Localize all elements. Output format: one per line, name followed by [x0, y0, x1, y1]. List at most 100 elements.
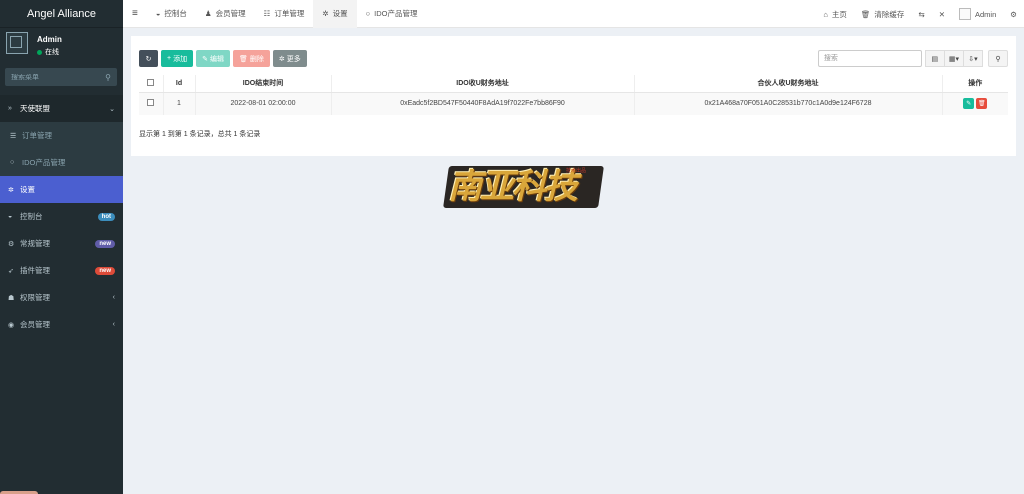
user-name: Admin	[975, 9, 997, 19]
sidebar-search-input[interactable]	[11, 73, 106, 81]
home-link[interactable]: ⌂ 主页	[816, 0, 854, 28]
tab-label: 订单管理	[274, 9, 305, 18]
cogs-icon: ⚙	[8, 240, 15, 248]
new-badge: new	[95, 239, 115, 248]
columns-dropdown-icon[interactable]: ▦▾	[943, 50, 964, 67]
refresh-button[interactable]: ↻	[139, 50, 158, 67]
fullscreen-icon[interactable]: ✕	[932, 0, 952, 28]
search-icon[interactable]: ⚲	[105, 73, 111, 82]
control-sidebar-gear-icon[interactable]: ⚙	[1003, 0, 1024, 28]
tab-ido-products[interactable]: ○ IDO产品管理	[357, 0, 427, 28]
cell-id: 1	[163, 92, 196, 115]
sidebar-item-label: 控制台	[20, 212, 43, 221]
sidebar-search: ⚲	[5, 68, 117, 86]
status-text: 在线	[45, 49, 59, 56]
sidebar-item-label: 常规管理	[20, 239, 50, 248]
tab-members[interactable]: ♟ 会员管理	[196, 0, 255, 28]
row-checkbox[interactable]	[147, 99, 155, 107]
trash-icon: 🗑	[238, 55, 248, 63]
circle-icon: ○	[365, 9, 371, 18]
row-select-cell	[139, 92, 164, 115]
select-all-checkbox[interactable]	[147, 78, 155, 86]
col-ido-end-time[interactable]: IDO结束时间	[195, 75, 332, 93]
user-circle-icon: ◉	[8, 321, 15, 329]
sidebar-item-angel-alliance[interactable]: » 天使联盟 ⌄	[0, 95, 123, 122]
col-ido-address[interactable]: IDO收U财务地址	[331, 75, 635, 93]
gear-icon: ✲	[322, 9, 329, 18]
sidebar-item-label: 会员管理	[20, 320, 50, 329]
avatar	[6, 32, 28, 54]
logo-seal: 技术出品	[566, 168, 587, 174]
data-table: Id IDO结束时间 IDO收U财务地址 合伙人收U财务地址 操作 1 2022…	[139, 75, 1008, 115]
circle-icon: ○	[10, 159, 15, 166]
col-id[interactable]: Id	[163, 75, 196, 93]
translate-icon[interactable]: ⇆	[911, 0, 931, 28]
delete-label: 删除	[249, 55, 264, 63]
col-partner-address[interactable]: 合伙人收U财务地址	[634, 75, 943, 93]
sidebar-item-permissions[interactable]: ☗ 权限管理 ‹	[0, 284, 123, 311]
col-actions: 操作	[942, 75, 1008, 93]
chevron-down-icon: ⌄	[109, 105, 115, 113]
sidebar-item-ido-products[interactable]: ○ IDO产品管理	[0, 149, 123, 176]
row-edit-button[interactable]: ✎	[963, 98, 975, 110]
sidebar-item-general[interactable]: ⚙ 常规管理 new	[0, 230, 123, 257]
group-icon: ☗	[8, 294, 15, 302]
add-button[interactable]: + 添加	[161, 50, 194, 67]
row-delete-button[interactable]: 🗑	[976, 98, 988, 110]
tab-label: 设置	[332, 9, 348, 18]
sidebar-item-orders[interactable]: ☰ 订单管理	[0, 122, 123, 149]
pencil-icon: ✎	[202, 55, 208, 63]
export-dropdown-icon[interactable]: ⇩▾	[963, 50, 983, 67]
list-icon: ☷	[263, 9, 271, 18]
select-all-cell	[139, 75, 164, 93]
tab-dashboard[interactable]: ◒ 控制台	[147, 0, 196, 28]
sidebar-item-plugins[interactable]: ➶ 插件管理 new	[0, 257, 123, 284]
more-label: 更多	[286, 55, 301, 63]
new-badge: new	[95, 266, 115, 275]
sidebar-item-label: IDO产品管理	[22, 158, 66, 167]
sidebar-menu: » 天使联盟 ⌄ ☰ 订单管理 ○ IDO产品管理 ✲ 设置 ◒ 控制台 hot…	[0, 95, 123, 338]
sidebar-item-label: 插件管理	[20, 266, 50, 275]
edit-button[interactable]: ✎ 编辑	[196, 50, 230, 67]
rocket-icon: ➶	[8, 267, 14, 275]
table-tools: ▤ ▦▾ ⇩▾ ⚲	[817, 50, 1008, 67]
tab-settings[interactable]: ✲ 设置	[313, 0, 357, 28]
topbar-right: ⌂ 主页 🗑 清除缓存 ⇆ ✕ Admin ⚙	[816, 0, 1024, 28]
brand-logo[interactable]: Angel Alliance	[0, 0, 123, 28]
user-panel: Admin 在线	[0, 28, 123, 62]
sidebar-item-label: 订单管理	[22, 131, 52, 140]
table-row[interactable]: 1 2022-08-01 02:00:00 0xEadc5f2BD547F504…	[139, 92, 1008, 115]
sidebar-item-dashboard[interactable]: ◒ 控制台 hot	[0, 203, 123, 230]
add-label: 添加	[173, 55, 188, 63]
sidebar-item-members[interactable]: ◉ 会员管理 ‹	[0, 311, 123, 338]
cell-partner-address: 0x21A468a70F051A0C28531b770c1A0d9e124F67…	[634, 92, 943, 115]
user-menu[interactable]: Admin	[952, 0, 1003, 28]
menu-toggle-icon[interactable]: ≡	[123, 8, 147, 19]
dashboard-icon: ◒	[8, 213, 13, 220]
more-button[interactable]: ✲ 更多	[272, 50, 307, 67]
sidebar: Angel Alliance Admin 在线 ⚲ » 天使联盟 ⌄ ☰ 订单管…	[0, 0, 123, 494]
avatar	[959, 8, 971, 20]
user-icon: ♟	[204, 9, 212, 18]
tab-orders[interactable]: ☷ 订单管理	[255, 0, 314, 28]
chevron-left-icon: ‹	[112, 294, 115, 301]
home-icon: ⌂	[823, 9, 828, 19]
tab-label: 会员管理	[215, 9, 246, 18]
table-search-input[interactable]	[817, 50, 922, 67]
cell-actions: ✎ 🗑	[942, 92, 1008, 115]
clear-cache-label: 清除缓存	[874, 9, 905, 19]
tab-label: 控制台	[164, 9, 187, 18]
delete-button[interactable]: 🗑 删除	[232, 50, 270, 67]
dashboard-icon: ◒	[155, 9, 161, 18]
clear-cache-button[interactable]: 🗑 清除缓存	[854, 0, 912, 28]
card-view-icon[interactable]: ▤	[924, 50, 945, 67]
list-icon: ☰	[10, 132, 17, 140]
trash-icon: 🗑	[860, 9, 871, 19]
cell-ido-address: 0xEadc5f2BD547F50440F8AdA19f7022Fe7bb86F…	[331, 92, 635, 115]
search-toggle-icon[interactable]: ⚲	[988, 50, 1008, 67]
edit-label: 编辑	[209, 55, 224, 63]
cell-ido-end-time: 2022-08-01 02:00:00	[195, 92, 332, 115]
sidebar-item-settings[interactable]: ✲ 设置	[0, 176, 123, 203]
home-label: 主页	[831, 9, 847, 19]
gear-icon: ✲	[278, 55, 285, 63]
